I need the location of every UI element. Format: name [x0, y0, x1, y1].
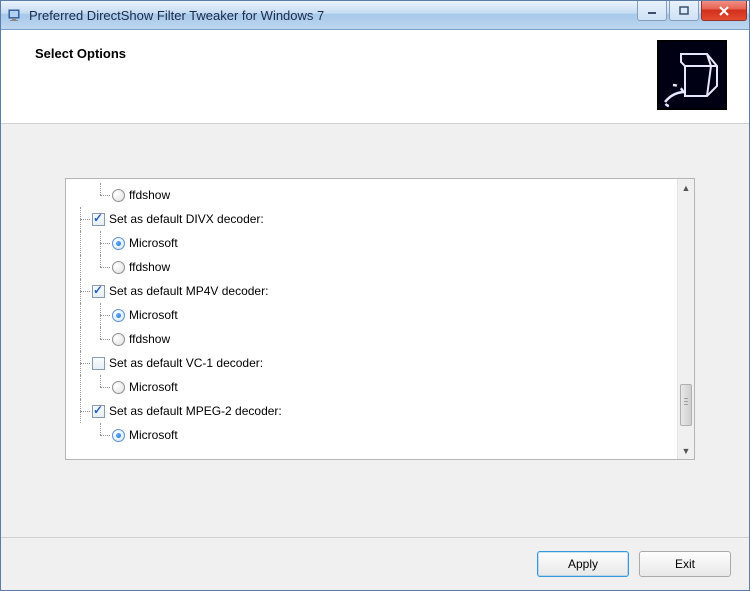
- tree-option-label: Microsoft: [129, 428, 178, 442]
- tree-connector: [74, 303, 112, 327]
- checkbox-icon[interactable]: [92, 405, 105, 418]
- tree-option-label: ffdshow: [129, 260, 170, 274]
- minimize-button[interactable]: [637, 1, 667, 21]
- tree-option-row: Microsoft: [74, 231, 686, 255]
- tree-option-row: Microsoft: [74, 303, 686, 327]
- tree-group-row: Set as default MPEG-2 decoder:: [74, 399, 686, 423]
- tree-connector: [74, 327, 112, 351]
- radio-icon[interactable]: [112, 189, 125, 202]
- maximize-button[interactable]: [669, 1, 699, 21]
- close-button[interactable]: [701, 1, 747, 21]
- tree-group-row: Set as default VC-1 decoder:: [74, 351, 686, 375]
- tree-group-label: Set as default DIVX decoder:: [109, 212, 264, 226]
- scroll-up-icon[interactable]: ▲: [678, 179, 694, 196]
- radio-icon[interactable]: [112, 381, 125, 394]
- tree-option-row: ffdshow: [74, 327, 686, 351]
- tree-connector: [74, 351, 92, 375]
- checkbox-icon[interactable]: [92, 357, 105, 370]
- checkbox-icon[interactable]: [92, 213, 105, 226]
- radio-icon[interactable]: [112, 261, 125, 274]
- apply-button[interactable]: Apply: [537, 551, 629, 577]
- window-frame: Preferred DirectShow Filter Tweaker for …: [0, 0, 750, 591]
- window-controls: [637, 1, 749, 29]
- scroll-thumb[interactable]: [680, 384, 692, 426]
- footer: Apply Exit: [1, 538, 749, 590]
- tree-option-label: ffdshow: [129, 332, 170, 346]
- header-panel: Select Options: [1, 30, 749, 124]
- tree-option-row: Microsoft: [74, 423, 686, 447]
- tree-group-label: Set as default MP4V decoder:: [109, 284, 268, 298]
- tree-connector: [74, 207, 92, 231]
- page-title: Select Options: [35, 46, 126, 61]
- scrollbar[interactable]: ▲ ▼: [677, 179, 694, 459]
- content-area: ffdshow Set as default DIVX decoder: Micro…: [1, 124, 749, 538]
- radio-icon[interactable]: [112, 309, 125, 322]
- tree-group-label: Set as default MPEG-2 decoder:: [109, 404, 282, 418]
- scroll-down-icon[interactable]: ▼: [678, 442, 694, 459]
- tree-connector: [74, 399, 92, 423]
- tree-group-row: Set as default DIVX decoder:: [74, 207, 686, 231]
- header-logo-icon: [657, 40, 727, 110]
- checkbox-icon[interactable]: [92, 285, 105, 298]
- tree-connector: [74, 183, 112, 207]
- tree-option-label: Microsoft: [129, 380, 178, 394]
- tree-connector: [74, 255, 112, 279]
- titlebar[interactable]: Preferred DirectShow Filter Tweaker for …: [1, 1, 749, 30]
- exit-button[interactable]: Exit: [639, 551, 731, 577]
- tree-option-label: Microsoft: [129, 308, 178, 322]
- tree-option-row: ffdshow: [74, 183, 686, 207]
- tree-option-label: ffdshow: [129, 188, 170, 202]
- tree-connector: [74, 423, 112, 447]
- app-icon: [7, 7, 23, 23]
- radio-icon[interactable]: [112, 237, 125, 250]
- radio-icon[interactable]: [112, 429, 125, 442]
- radio-icon[interactable]: [112, 333, 125, 346]
- tree-group-row: Set as default MP4V decoder:: [74, 279, 686, 303]
- tree-option-row: Microsoft: [74, 375, 686, 399]
- tree-connector: [74, 231, 112, 255]
- scroll-track[interactable]: [678, 196, 694, 442]
- tree-group-label: Set as default VC-1 decoder:: [109, 356, 263, 370]
- tree-connector: [74, 279, 92, 303]
- tree-connector: [74, 375, 112, 399]
- tree-option-label: Microsoft: [129, 236, 178, 250]
- options-tree: ffdshow Set as default DIVX decoder: Micro…: [65, 178, 695, 460]
- tree-option-row: ffdshow: [74, 255, 686, 279]
- window-title: Preferred DirectShow Filter Tweaker for …: [29, 8, 637, 23]
